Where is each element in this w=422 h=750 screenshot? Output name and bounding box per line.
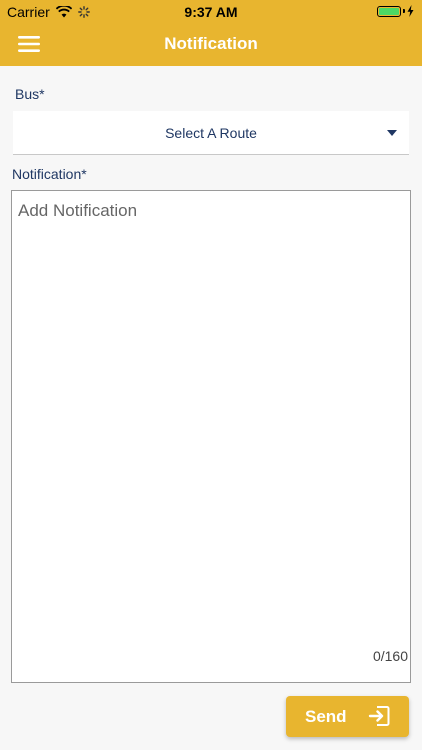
send-button-label: Send [305, 707, 347, 726]
hamburger-menu-icon [18, 36, 40, 52]
nav-bar: Notification [0, 22, 422, 66]
app-header: Carrier 9:37 AM Notification [0, 0, 422, 66]
char-counter: 0/160 [372, 648, 408, 664]
route-select-value: Select A Route [165, 125, 257, 141]
notification-box: 0/160 [11, 190, 411, 683]
route-select[interactable]: Select A Route [13, 111, 409, 155]
battery-group [377, 5, 414, 17]
sign-in-icon [368, 706, 390, 726]
status-bar: Carrier 9:37 AM [0, 0, 422, 22]
page-title: Notification [164, 34, 258, 53]
notification-label: Notification* [12, 166, 87, 182]
battery-icon [377, 5, 401, 17]
send-button[interactable]: Send [286, 696, 409, 737]
charging-bolt-icon [407, 5, 414, 17]
notification-input[interactable] [12, 191, 410, 682]
caret-down-icon [387, 130, 397, 136]
notification-screen: Carrier 9:37 AM Notification Bus* Select… [0, 0, 422, 750]
bus-label: Bus* [15, 86, 45, 102]
menu-button[interactable] [14, 31, 44, 57]
status-time: 9:37 AM [184, 4, 238, 20]
